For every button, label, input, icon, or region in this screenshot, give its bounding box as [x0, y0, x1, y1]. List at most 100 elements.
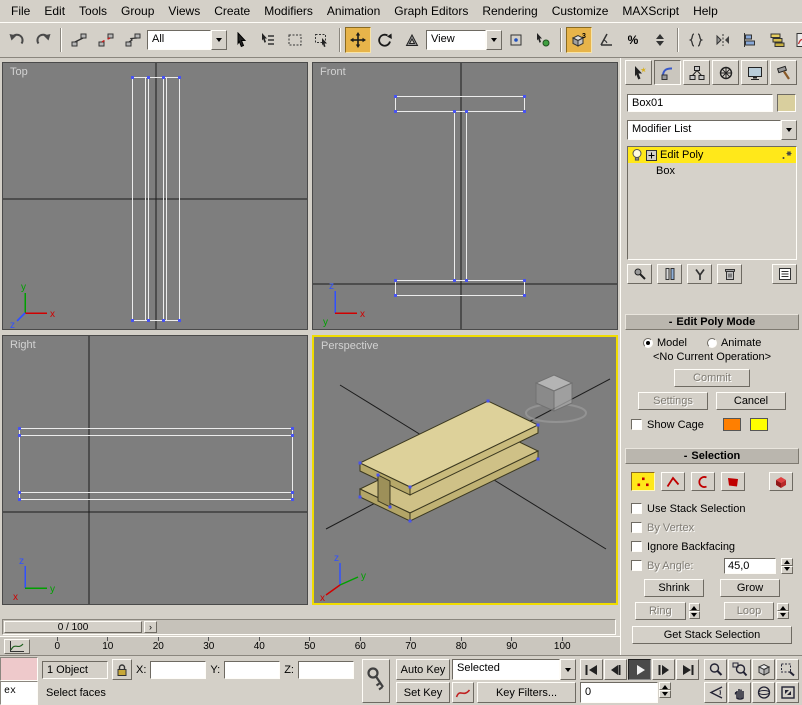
time-slider-track[interactable]: 0 / 100 › — [2, 619, 616, 635]
model-radio[interactable]: Model — [643, 337, 687, 349]
by-vertex-checkbox[interactable] — [631, 522, 642, 533]
x-coordinate-field[interactable] — [150, 661, 206, 679]
auto-key-button[interactable]: Auto Key — [396, 659, 450, 680]
rollout-selection-title[interactable]: - Selection — [625, 448, 799, 464]
percent-snap-toggle-button[interactable]: % — [620, 27, 646, 53]
next-frame-nub[interactable]: › — [144, 621, 157, 633]
tab-utilities[interactable] — [770, 60, 797, 85]
dropdown-arrow-icon[interactable] — [560, 659, 576, 680]
select-and-move-button[interactable] — [345, 27, 371, 53]
time-slider-handle[interactable]: 0 / 100 — [4, 621, 142, 633]
modifier-stack[interactable]: Edit Poly Box — [627, 146, 797, 260]
snaps-toggle-3d-button[interactable]: 3 — [566, 27, 592, 53]
select-and-link-button[interactable] — [66, 27, 92, 53]
rectangular-selection-region-button[interactable] — [282, 27, 308, 53]
zoom-region-button[interactable] — [776, 659, 799, 680]
stack-item-edit-poly[interactable]: Edit Poly — [628, 147, 796, 163]
pan-button[interactable] — [728, 682, 751, 703]
get-stack-selection-button[interactable]: Get Stack Selection — [632, 626, 792, 644]
named-selection-sets-button[interactable] — [683, 27, 709, 53]
zoom-all-button[interactable] — [728, 659, 751, 680]
window-crossing-toggle-button[interactable] — [309, 27, 335, 53]
select-and-rotate-button[interactable] — [372, 27, 398, 53]
zoom-extents-button[interactable] — [752, 659, 775, 680]
cage-selected-color-swatch[interactable] — [750, 418, 768, 431]
viewport-top[interactable]: Top y x z — [2, 62, 308, 330]
menu-item[interactable]: Group — [114, 1, 161, 22]
expand-plus-icon[interactable] — [646, 150, 657, 161]
viewport-right-canvas[interactable]: z y x — [3, 336, 308, 605]
ring-spinner[interactable] — [689, 603, 701, 619]
curve-editor-button[interactable] — [791, 27, 802, 53]
ring-button[interactable]: Ring — [635, 602, 686, 620]
use-stack-selection-checkbox[interactable] — [631, 503, 642, 514]
selection-filter-dropdown[interactable]: All — [147, 30, 227, 50]
dropdown-arrow-icon[interactable] — [211, 30, 227, 50]
open-mini-curve-editor-button[interactable] — [4, 639, 30, 654]
tab-motion[interactable] — [712, 60, 739, 85]
grow-button[interactable]: Grow — [720, 579, 780, 597]
viewport-front-canvas[interactable]: z x y — [313, 63, 618, 330]
tab-modify[interactable] — [654, 60, 681, 85]
show-end-result-button[interactable] — [657, 264, 682, 284]
redo-button[interactable] — [30, 27, 56, 53]
menu-item[interactable]: File — [4, 1, 37, 22]
previous-frame-button[interactable] — [604, 659, 627, 680]
animate-radio[interactable]: Animate — [707, 337, 761, 349]
menu-item[interactable]: Create — [207, 1, 257, 22]
viewport-right[interactable]: Right z y x — [2, 335, 308, 605]
menu-item[interactable]: Animation — [320, 1, 387, 22]
by-angle-spinner[interactable] — [781, 558, 793, 574]
object-name-field[interactable]: Box01 — [627, 94, 773, 112]
key-filters-button[interactable]: Key Filters... — [477, 682, 576, 703]
default-tangent-button[interactable] — [452, 682, 474, 703]
tab-hierarchy[interactable] — [683, 60, 710, 85]
cancel-button[interactable]: Cancel — [716, 392, 786, 410]
viewport-front[interactable]: Front z x y — [312, 62, 618, 330]
menu-item[interactable]: Rendering — [475, 1, 544, 22]
viewport-perspective[interactable]: Perspective — [312, 335, 618, 605]
angle-snap-toggle-button[interactable] — [593, 27, 619, 53]
field-of-view-button[interactable] — [704, 682, 727, 703]
vertex-subobject-button[interactable] — [631, 472, 655, 491]
polygon-subobject-button[interactable] — [721, 472, 745, 491]
menu-item[interactable]: Tools — [72, 1, 114, 22]
macro-recorder-pane[interactable] — [0, 657, 38, 681]
listener-pane[interactable]: ex — [0, 681, 38, 705]
next-frame-button[interactable] — [652, 659, 675, 680]
spin-up[interactable] — [689, 603, 701, 611]
rollout-edit-poly-mode-title[interactable]: - Edit Poly Mode — [625, 314, 799, 330]
pin-stack-button[interactable] — [627, 264, 652, 284]
mirror-button[interactable] — [710, 27, 736, 53]
key-mode-dropdown[interactable]: Selected — [452, 659, 576, 680]
loop-spinner[interactable] — [777, 603, 789, 619]
menu-item[interactable]: Help — [686, 1, 725, 22]
loop-button[interactable]: Loop — [724, 602, 775, 620]
spin-up[interactable] — [781, 558, 793, 566]
set-keys-button[interactable] — [362, 659, 390, 703]
modifier-list-dropdown[interactable]: Modifier List — [627, 120, 797, 140]
select-and-manipulate-button[interactable] — [530, 27, 556, 53]
y-coordinate-field[interactable] — [224, 661, 280, 679]
dropdown-arrow-icon[interactable] — [486, 30, 502, 50]
align-button[interactable] — [737, 27, 763, 53]
maxscript-mini-listener[interactable]: ex — [0, 657, 38, 705]
spinner-snap-toggle-button[interactable] — [647, 27, 673, 53]
layer-manager-button[interactable] — [764, 27, 790, 53]
select-by-name-button[interactable] — [255, 27, 281, 53]
shrink-button[interactable]: Shrink — [644, 579, 704, 597]
element-subobject-button[interactable] — [769, 472, 793, 491]
go-to-start-button[interactable] — [580, 659, 603, 680]
configure-modifier-sets-button[interactable] — [772, 264, 797, 284]
undo-button[interactable] — [3, 27, 29, 53]
tab-create[interactable] — [625, 60, 652, 85]
menu-item[interactable]: Modifiers — [257, 1, 320, 22]
track-bar[interactable]: 0 10 20 30 40 50 — [0, 636, 620, 655]
spin-down[interactable] — [781, 566, 793, 574]
settings-button[interactable]: Settings — [638, 392, 708, 410]
border-subobject-button[interactable] — [691, 472, 715, 491]
unlink-selection-button[interactable] — [93, 27, 119, 53]
viewport-top-canvas[interactable]: y x z — [3, 63, 308, 330]
z-coordinate-field[interactable] — [298, 661, 354, 679]
stack-item-box[interactable]: Box — [628, 163, 796, 179]
